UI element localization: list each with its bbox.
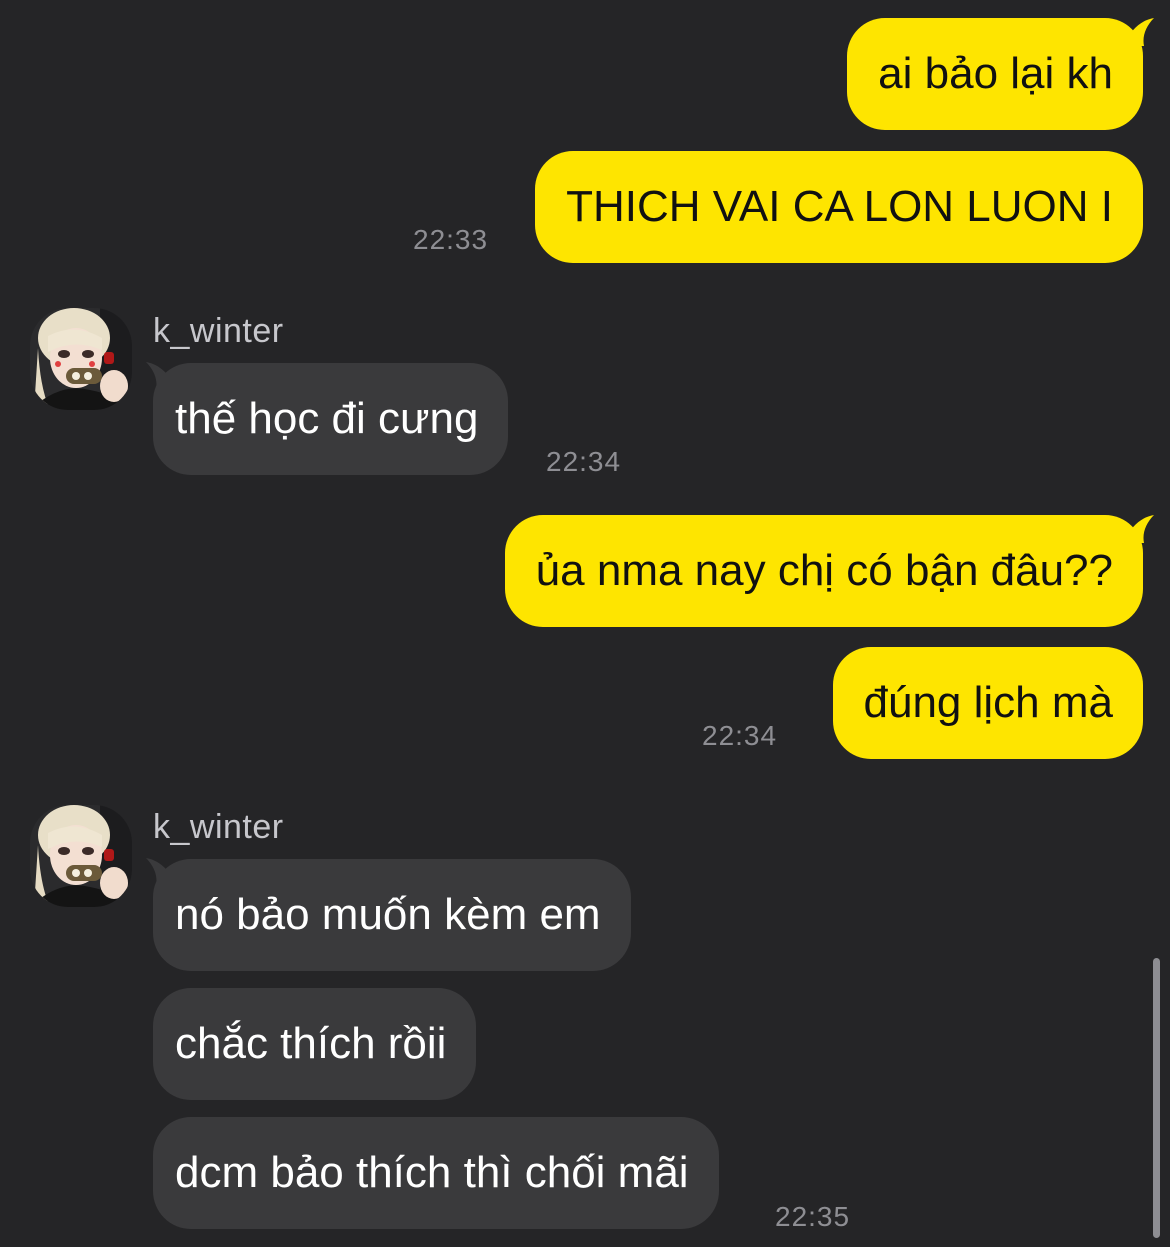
- message-text: đúng lịch mà: [863, 678, 1113, 727]
- message-text: THICH VAI CA LON LUON I: [566, 182, 1113, 231]
- bubble-tail-icon: [1122, 18, 1154, 46]
- bubble-tail-icon: [1122, 515, 1154, 543]
- message-timestamp: 22:35: [775, 1201, 851, 1232]
- message-timestamp: 22:34: [702, 720, 778, 751]
- my-message-bubble[interactable]: ai bảo lại kh: [847, 18, 1143, 130]
- their-message-bubble[interactable]: thế học đi cưng: [153, 363, 509, 475]
- profile-photo-icon: [30, 805, 132, 907]
- sender-name: k_winter: [153, 808, 284, 846]
- message-timestamp: 22:33: [413, 224, 489, 255]
- bubble-tail-icon: [146, 362, 178, 390]
- avatar[interactable]: [30, 805, 132, 907]
- their-message-bubble[interactable]: dcm bảo thích thì chối mãi: [153, 1117, 719, 1229]
- avatar[interactable]: [30, 308, 132, 410]
- message-text: ủa nma nay chị có bận đâu??: [535, 546, 1113, 595]
- my-message-bubble[interactable]: THICH VAI CA LON LUON I: [535, 151, 1143, 263]
- their-message-bubble[interactable]: chắc thích rồii: [153, 988, 477, 1100]
- my-message-bubble[interactable]: đúng lịch mà: [832, 647, 1143, 759]
- message-text: ai bảo lại kh: [878, 49, 1113, 98]
- profile-photo-icon: [30, 308, 132, 410]
- sender-name: k_winter: [153, 312, 284, 350]
- their-message-bubble[interactable]: nó bảo muốn kèm em: [153, 859, 631, 971]
- bubble-tail-icon: [146, 858, 178, 886]
- message-text: chắc thích rồii: [175, 1019, 447, 1068]
- message-timestamp: 22:34: [546, 446, 622, 477]
- scrollbar-thumb[interactable]: [1153, 958, 1160, 1238]
- message-text: thế học đi cưng: [175, 394, 479, 443]
- message-text: dcm bảo thích thì chối mãi: [175, 1148, 689, 1197]
- my-message-bubble[interactable]: ủa nma nay chị có bận đâu??: [504, 515, 1143, 627]
- message-text: nó bảo muốn kèm em: [175, 890, 601, 939]
